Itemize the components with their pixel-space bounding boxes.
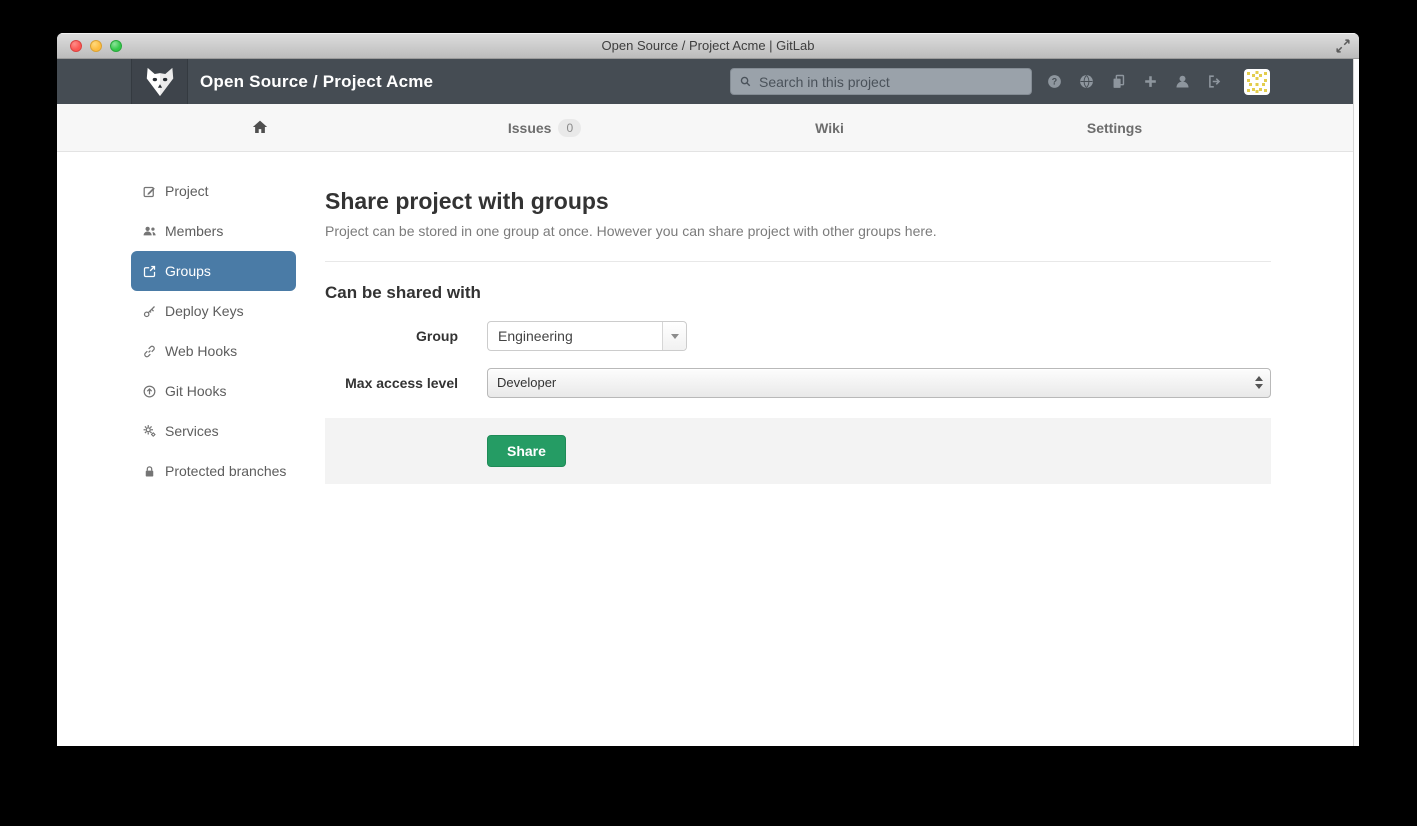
project-nav: Issues 0 Wiki Settings	[57, 104, 1359, 152]
browser-scrollbar[interactable]	[1353, 59, 1359, 746]
sign-out-icon[interactable]	[1206, 73, 1223, 90]
tab-settings[interactable]: Settings	[972, 104, 1257, 152]
gitlab-fox-icon	[144, 67, 176, 97]
sidebar-item-label: Web Hooks	[165, 343, 237, 359]
group-select-value: Engineering	[488, 322, 686, 350]
sidebar-item-label: Protected branches	[165, 463, 286, 479]
navbar-icon-row: ?	[1046, 59, 1270, 104]
plus-icon[interactable]	[1142, 73, 1159, 90]
tab-wiki[interactable]: Wiki	[687, 104, 972, 152]
copy-icon[interactable]	[1110, 73, 1127, 90]
sidebar-item-label: Services	[165, 423, 219, 439]
help-icon[interactable]: ?	[1046, 73, 1063, 90]
group-select[interactable]: Engineering	[487, 321, 687, 351]
identicon-avatar-image	[1244, 69, 1270, 95]
page-description: Project can be stored in one group at on…	[325, 223, 1271, 239]
sidebar-item-label: Members	[165, 223, 223, 239]
settings-sidebar: Project Members	[131, 171, 296, 491]
sidebar-item-services[interactable]: Services	[131, 411, 296, 451]
sidebar-item-deploy-keys[interactable]: Deploy Keys	[131, 291, 296, 331]
share-button[interactable]: Share	[487, 435, 566, 467]
link-icon	[142, 344, 157, 359]
share-group-form: Group Engineering Max access level Devel…	[325, 321, 1271, 484]
issues-count-badge: 0	[558, 119, 581, 137]
search-box	[730, 68, 1032, 95]
sidebar-item-label: Deploy Keys	[165, 303, 244, 319]
window-titlebar: Open Source / Project Acme | GitLab	[57, 33, 1359, 59]
select-spinner-icon	[1255, 376, 1263, 389]
share-square-icon	[142, 264, 157, 279]
max-access-select-value: Developer	[488, 369, 1270, 397]
tab-settings-label: Settings	[1087, 120, 1142, 136]
sidebar-item-groups[interactable]: Groups	[131, 251, 296, 291]
sidebar-item-members[interactable]: Members	[131, 211, 296, 251]
section-title: Can be shared with	[325, 283, 1271, 303]
user-avatar[interactable]	[1244, 69, 1270, 95]
tab-issues[interactable]: Issues 0	[402, 104, 687, 152]
sidebar-item-project[interactable]: Project	[131, 171, 296, 211]
search-icon	[738, 74, 753, 94]
user-icon[interactable]	[1174, 73, 1191, 90]
tab-issues-label: Issues	[508, 120, 552, 136]
sidebar-item-label: Git Hooks	[165, 383, 226, 399]
group-form-row: Group Engineering	[325, 321, 1271, 351]
arrow-circle-up-icon	[142, 384, 157, 399]
sidebar-item-protected-branches[interactable]: Protected branches	[131, 451, 296, 491]
pencil-square-icon	[142, 184, 157, 199]
expand-arrows-icon[interactable]	[1333, 36, 1353, 56]
max-access-select[interactable]: Developer	[487, 368, 1271, 398]
page-content: Project Members	[57, 152, 1359, 746]
section-divider	[325, 261, 1271, 262]
gitlab-logo[interactable]	[131, 59, 188, 104]
sidebar-item-git-hooks[interactable]: Git Hooks	[131, 371, 296, 411]
top-navbar: Open Source / Project Acme ?	[57, 59, 1359, 104]
home-icon	[251, 118, 269, 139]
sidebar-item-label: Project	[165, 183, 209, 199]
max-access-form-row: Max access level Developer	[325, 368, 1271, 398]
group-label: Group	[325, 328, 458, 344]
window-title: Open Source / Project Acme | GitLab	[57, 33, 1359, 59]
world-icon[interactable]	[1078, 73, 1095, 90]
form-actions: Share	[325, 418, 1271, 484]
max-access-label: Max access level	[325, 375, 458, 391]
lock-icon	[142, 464, 157, 479]
gears-icon	[142, 424, 157, 439]
key-icon	[142, 304, 157, 319]
tab-wiki-label: Wiki	[815, 120, 844, 136]
sidebar-item-label: Groups	[165, 263, 211, 279]
sidebar-item-web-hooks[interactable]: Web Hooks	[131, 331, 296, 371]
browser-window: Open Source / Project Acme | GitLab Open…	[57, 33, 1359, 746]
chevron-down-icon	[662, 322, 686, 350]
share-project-panel: Share project with groups Project can be…	[325, 152, 1271, 484]
search-input[interactable]	[731, 69, 1031, 94]
project-breadcrumb-title[interactable]: Open Source / Project Acme	[200, 59, 433, 104]
svg-text:?: ?	[1052, 76, 1057, 86]
users-icon	[142, 224, 157, 239]
page-title: Share project with groups	[325, 188, 1271, 215]
tab-home[interactable]	[117, 104, 402, 152]
